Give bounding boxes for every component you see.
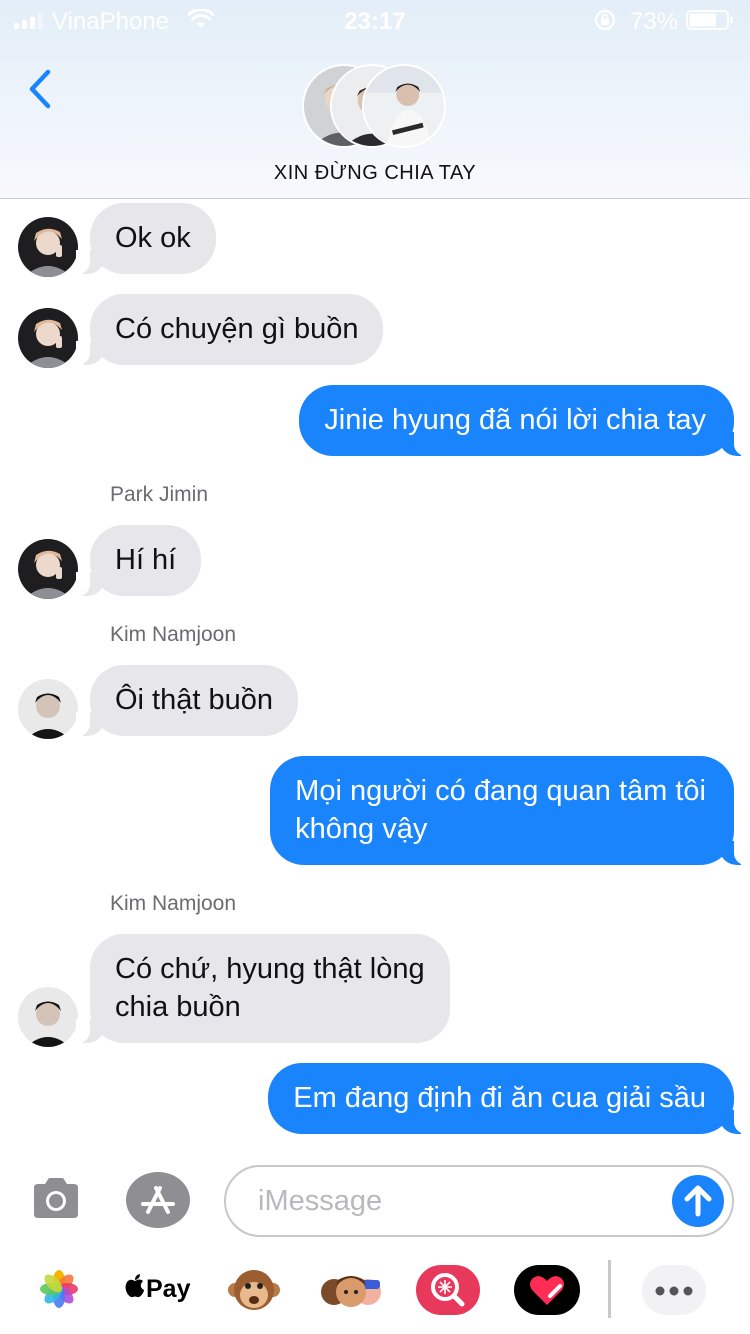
- jimin-avatar[interactable]: [18, 217, 78, 277]
- outgoing-message-bubble[interactable]: Em đang định đi ăn cua giải sầu: [268, 1063, 748, 1134]
- group-avatar-stack[interactable]: [302, 64, 452, 150]
- memoji-stickers-icon[interactable]: [318, 1262, 384, 1318]
- message-input-placeholder: iMessage: [258, 1185, 383, 1217]
- jimin-avatar[interactable]: [18, 308, 78, 368]
- photos-app-icon[interactable]: [40, 1270, 78, 1308]
- incoming-message-bubble[interactable]: Có chuyện gì buồn: [75, 294, 384, 365]
- sender-name: Park Jimin: [110, 483, 209, 506]
- arrow-up-icon: [684, 1185, 712, 1217]
- apple-pay-label: Pay: [146, 1275, 191, 1303]
- message-input[interactable]: iMessage: [224, 1165, 734, 1237]
- battery-icon: [686, 10, 733, 30]
- message-text-line: Có chứ, hyung thật lòng: [115, 953, 425, 985]
- animoji-monkey-icon[interactable]: [226, 1262, 282, 1318]
- app-store-button[interactable]: [126, 1172, 190, 1228]
- message-text: Em đang định đi ăn cua giải sầu: [293, 1082, 706, 1114]
- outgoing-message-bubble[interactable]: Mọi người có đang quan tâm tôi không vậy: [270, 756, 748, 865]
- message-text: Có chuyện gì buồn: [115, 313, 359, 345]
- status-bar: VinaPhone 23:17 73%: [0, 0, 750, 40]
- message-text-line: chia buồn: [115, 991, 241, 1023]
- message-text: Ok ok: [115, 222, 191, 254]
- namjoon-avatar[interactable]: [18, 679, 78, 739]
- incoming-message-bubble[interactable]: Ok ok: [76, 203, 216, 274]
- image-search-app-icon[interactable]: [414, 1262, 482, 1318]
- group-name[interactable]: XIN ĐỪNG CHIA TAY: [0, 162, 750, 185]
- digital-touch-heart-icon[interactable]: [512, 1262, 582, 1318]
- incoming-message-bubble[interactable]: Ôi thật buồn: [76, 665, 298, 736]
- conversation-header: VinaPhone 23:17 73% XIN ĐỪNG CHIA TAY: [0, 0, 750, 199]
- message-text: Hí hí: [115, 544, 177, 576]
- sender-name: Kim Namjoon: [110, 623, 237, 646]
- more-apps-icon[interactable]: [640, 1262, 708, 1318]
- member-avatar-photo: [362, 64, 446, 148]
- message-text-line: không vậy: [295, 813, 428, 845]
- message-thread: Ok ok Có chuyện gì buồn Jinie hyung đã n…: [0, 199, 750, 1149]
- apple-logo-icon: [125, 1274, 144, 1298]
- namjoon-avatar[interactable]: [18, 987, 78, 1047]
- drawer-separator: [608, 1260, 611, 1318]
- incoming-message-bubble[interactable]: Có chứ, hyung thật lòng chia buồn: [76, 934, 450, 1043]
- app-store-icon: [141, 1186, 175, 1214]
- battery-percentage: 73%: [630, 8, 679, 35]
- camera-icon[interactable]: [30, 1176, 82, 1222]
- message-text-line: Mọi người có đang quan tâm tôi: [295, 775, 706, 807]
- sender-name: Kim Namjoon: [110, 892, 237, 915]
- rotation-lock-icon: [594, 9, 616, 31]
- imessage-app-drawer: Pay: [0, 1258, 750, 1334]
- incoming-message-bubble[interactable]: Hí hí: [75, 525, 202, 596]
- jimin-avatar[interactable]: [18, 539, 78, 599]
- back-chevron-icon[interactable]: [24, 66, 58, 112]
- message-text: Ôi thật buồn: [115, 684, 273, 716]
- outgoing-message-bubble[interactable]: Jinie hyung đã nói lời chia tay: [299, 385, 748, 456]
- message-text: Jinie hyung đã nói lời chia tay: [324, 404, 706, 436]
- send-button[interactable]: [672, 1175, 724, 1227]
